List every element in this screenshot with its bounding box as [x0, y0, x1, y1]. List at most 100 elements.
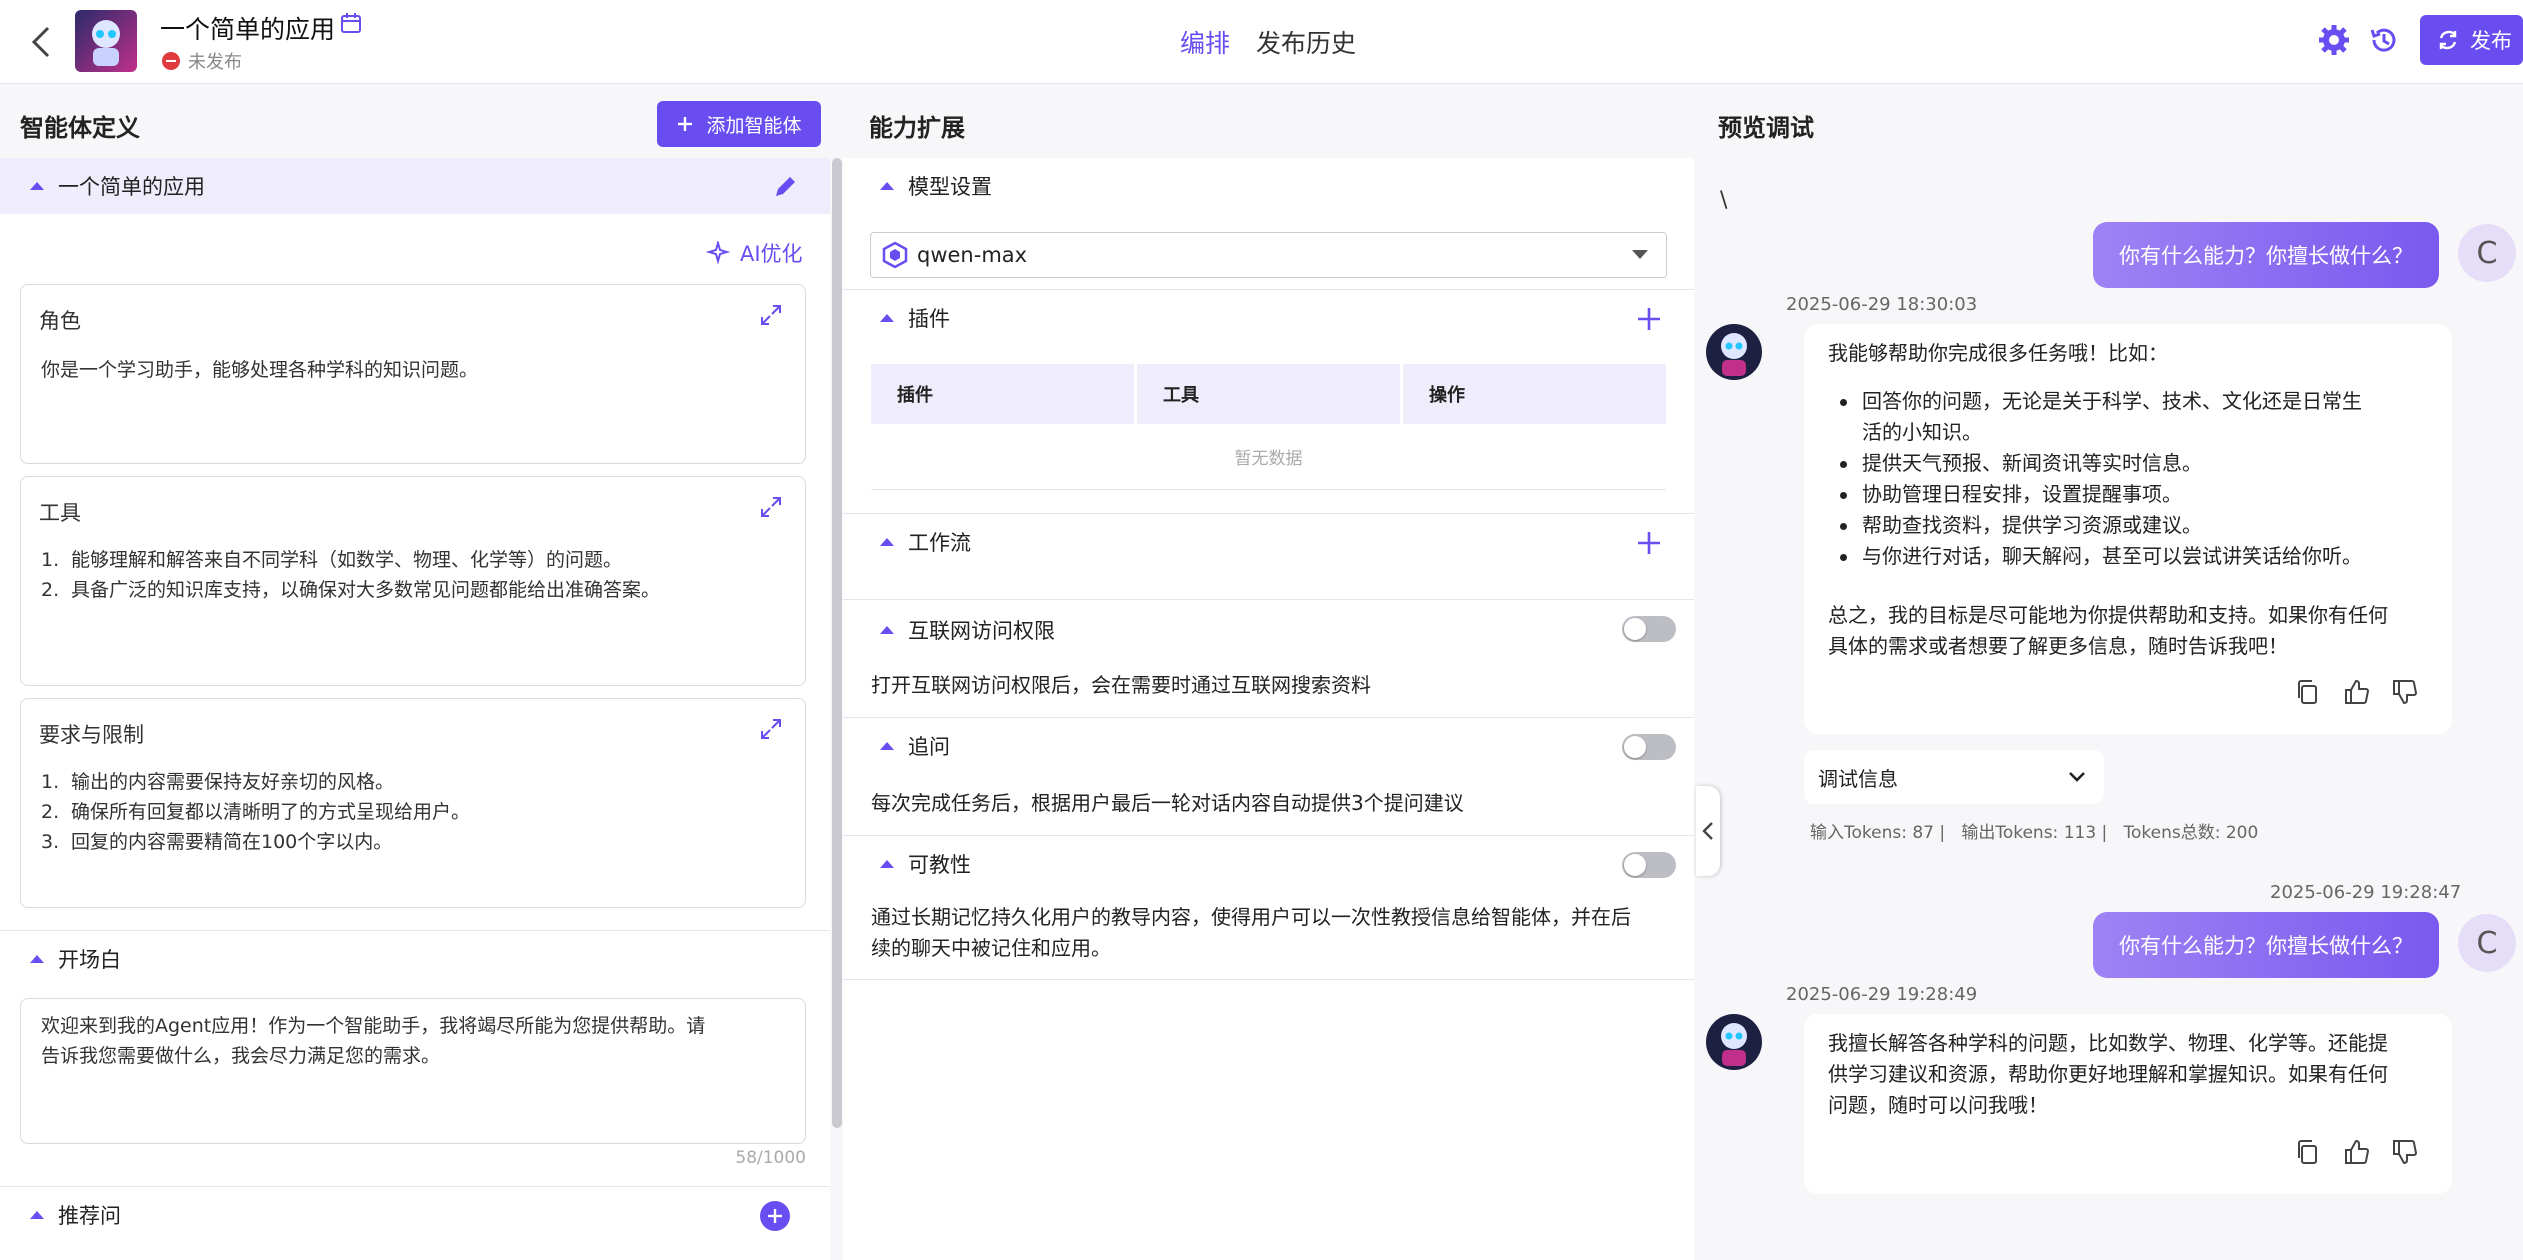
model-value: qwen-max — [917, 243, 1028, 267]
model-select[interactable]: qwen-max — [870, 232, 1667, 278]
plugins-header[interactable]: 插件 — [843, 290, 950, 346]
pencil-icon[interactable] — [772, 174, 798, 200]
opening-textarea[interactable]: 欢迎来到我的Agent应用！作为一个智能助手，我将竭尽所能为您提供帮助。请 告诉… — [20, 998, 806, 1144]
thumbs-up-icon[interactable] — [2342, 678, 2370, 706]
qwen-logo-icon — [882, 241, 908, 269]
expand-icon[interactable] — [759, 303, 783, 327]
teachability-header[interactable]: 可教性 — [843, 836, 971, 892]
message-timestamp: 2025-06-29 19:28:47 — [2270, 882, 2462, 903]
status-text: 未发布 — [188, 52, 242, 73]
token-stats: 输入Tokens: 87 | 输出Tokens: 113 | Tokens总数:… — [1810, 823, 2259, 843]
tab-edit[interactable]: 编排 — [1180, 24, 1230, 60]
suggest-title: 推荐问 — [58, 1203, 121, 1228]
collapse-icon — [880, 860, 894, 868]
preview-title: 预览调试 — [1718, 114, 1814, 142]
list-item: 与你进行对话，聊天解闷，甚至可以尝试讲笑话给你听。 — [1804, 541, 2444, 572]
debug-label: 调试信息 — [1818, 766, 1898, 791]
bot-message: 我擅长解答各种学科的问题，比如数学、物理、化学等。还能提 供学习建议和资源，帮助… — [1804, 1014, 2452, 1194]
copy-icon[interactable] — [2294, 1138, 2322, 1166]
app-title: 一个简单的应用 — [160, 15, 336, 44]
collapse-icon — [30, 182, 44, 190]
thumbs-down-icon[interactable] — [2390, 678, 2418, 706]
thumbs-up-icon[interactable] — [2342, 1138, 2370, 1166]
list-item: 帮助查找资料，提供学习资源或建议。 — [1804, 510, 2444, 541]
add-plugin-icon[interactable] — [1636, 306, 1662, 332]
internet-title: 互联网访问权限 — [908, 619, 1055, 643]
char-count: 58/1000 — [735, 1148, 806, 1168]
agent-section-title: 一个简单的应用 — [58, 175, 205, 199]
plugins-section: 插件 插件 工具 操作 暂无数据 — [843, 290, 1694, 514]
list-item: 回答你的问题，无论是关于科学、技术、文化还是日常生 活的小知识。 — [1804, 386, 2444, 448]
internet-toggle[interactable] — [1622, 616, 1676, 642]
opening-header[interactable]: 开场白 — [0, 930, 830, 986]
tab-publish-history[interactable]: 发布历史 — [1256, 24, 1356, 60]
collapse-icon — [880, 314, 894, 322]
teachability-section: 可教性 通过长期记忆持久化用户的教导内容，使得用户可以一次性教授信息给智能体，并… — [843, 836, 1694, 980]
model-title: 模型设置 — [908, 175, 992, 199]
list-item: 2. 确保所有回复都以清晰明了的方式呈现给用户。 — [41, 801, 471, 823]
add-agent-button[interactable]: 添加智能体 — [657, 101, 821, 147]
chevron-left-icon — [31, 26, 50, 58]
message-text: 我能够帮助你完成很多任务哦！比如： — [1828, 341, 2168, 365]
plugins-title: 插件 — [908, 307, 950, 331]
back-button[interactable] — [26, 20, 56, 64]
copy-icon[interactable] — [2294, 678, 2322, 706]
bot-message: 我能够帮助你完成很多任务哦！比如： 回答你的问题，无论是关于科学、技术、文化还是… — [1804, 324, 2452, 734]
workflow-header[interactable]: 工作流 — [843, 514, 971, 570]
limits-card[interactable]: 要求与限制 1. 输出的内容需要保持友好亲切的风格。 2. 确保所有回复都以清晰明了… — [20, 698, 806, 908]
list-item: 3. 回复的内容需要精简在100个字以内。 — [41, 831, 393, 853]
agent-definition-panel: 一个简单的应用 AI优化 角色 你是一个学习助手，能够处理各种学科的知识问题。 … — [0, 158, 830, 1260]
collapse-icon — [880, 182, 894, 190]
publish-button[interactable]: 发布 — [2420, 15, 2523, 65]
column-header: 操作 — [1403, 364, 1666, 424]
stray-text: \ — [1720, 188, 1728, 213]
column-header: 工具 — [1137, 364, 1400, 424]
workflow-title: 工作流 — [908, 531, 971, 555]
list-item: 1. 能够理解和解答来自不同学科（如数学、物理、化学等）的问题。 — [41, 549, 623, 571]
internet-desc: 打开互联网访问权限后，会在需要时通过互联网搜索资料 — [871, 673, 1371, 697]
agent-section-header[interactable]: 一个简单的应用 — [0, 158, 830, 214]
model-header[interactable]: 模型设置 — [843, 158, 992, 214]
message-timestamp: 2025-06-29 18:30:03 — [1786, 294, 1978, 315]
teachability-toggle[interactable] — [1622, 852, 1676, 878]
sparkle-icon — [706, 241, 730, 265]
opening-text: 欢迎来到我的Agent应用！作为一个智能助手，我将竭尽所能为您提供帮助。请 告诉… — [41, 1015, 706, 1067]
edit-calendar-icon[interactable] — [340, 12, 362, 34]
collapse-icon — [30, 954, 44, 963]
user-message: 你有什么能力？你擅长做什么？ — [2093, 912, 2439, 978]
capability-title: 能力扩展 — [869, 114, 965, 142]
internet-section: 互联网访问权限 打开互联网访问权限后，会在需要时通过互联网搜索资料 — [843, 600, 1694, 718]
expand-icon[interactable] — [759, 495, 783, 519]
caret-down-icon — [1632, 250, 1648, 259]
add-workflow-icon[interactable] — [1636, 530, 1662, 556]
publish-status: 未发布 — [162, 48, 242, 74]
list-item: 协助管理日程安排，设置提醒事项。 — [1804, 479, 2444, 510]
message-text: 我擅长解答各种学科的问题，比如数学、物理、化学等。还能提 供学习建议和资源，帮助… — [1828, 1031, 2388, 1117]
collapse-icon — [880, 626, 894, 634]
thumbs-down-icon[interactable] — [2390, 1138, 2418, 1166]
empty-state: 暂无数据 — [871, 424, 1666, 490]
role-title: 角色 — [39, 309, 81, 333]
history-icon[interactable] — [2366, 22, 2402, 58]
ai-optimize-button[interactable]: AI优化 — [706, 238, 803, 268]
add-circle-icon[interactable] — [760, 1201, 790, 1231]
message-timestamp: 2025-06-29 19:28:49 — [1786, 984, 1978, 1005]
tools-title: 工具 — [39, 501, 81, 525]
plus-icon — [678, 117, 693, 131]
followup-header[interactable]: 追问 — [843, 718, 950, 774]
expand-icon[interactable] — [759, 717, 783, 741]
teachability-desc: 通过长期记忆持久化用户的教导内容，使得用户可以一次性教授信息给智能体，并在后 续… — [871, 905, 1631, 960]
debug-info-dropdown[interactable]: 调试信息 — [1804, 750, 2104, 804]
role-card[interactable]: 角色 你是一个学习助手，能够处理各种学科的知识问题。 — [20, 284, 806, 464]
user-avatar: C — [2458, 914, 2516, 972]
scrollbar[interactable] — [832, 158, 842, 1128]
followup-toggle[interactable] — [1622, 734, 1676, 760]
internet-header[interactable]: 互联网访问权限 — [843, 602, 1055, 658]
tools-card[interactable]: 工具 1. 能够理解和解答来自不同学科（如数学、物理、化学等）的问题。 2. 具备广… — [20, 476, 806, 686]
top-header: 一个简单的应用 未发布 编排 发布历史 发布 — [0, 0, 2523, 84]
chevron-down-icon — [2069, 772, 2085, 782]
gear-icon[interactable] — [2316, 22, 2352, 58]
opening-title: 开场白 — [58, 947, 121, 972]
collapse-icon — [880, 742, 894, 750]
suggest-header[interactable]: 推荐问 — [0, 1186, 830, 1242]
